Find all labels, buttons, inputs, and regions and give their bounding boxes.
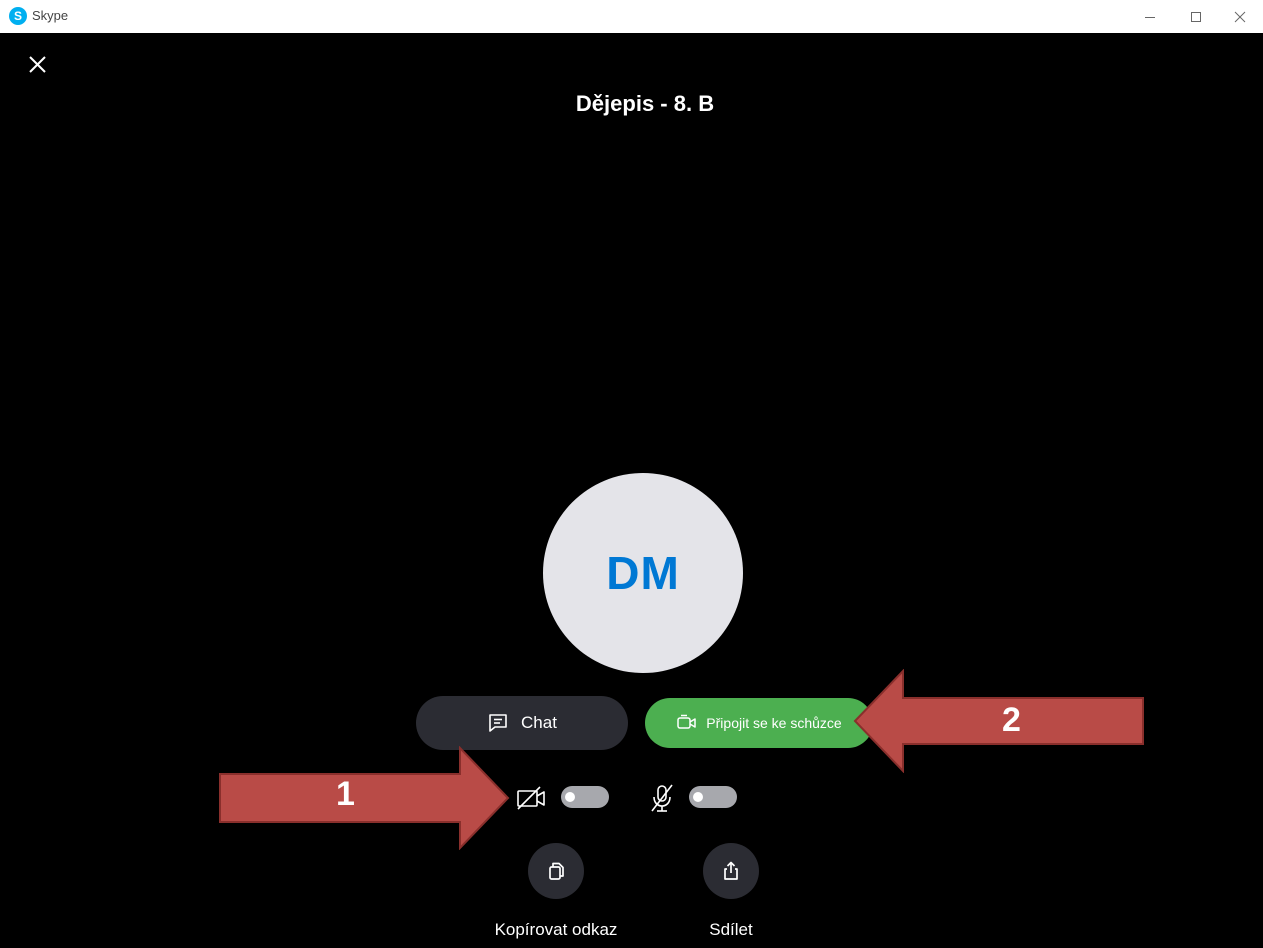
minimize-icon xyxy=(1145,16,1155,18)
minimize-button[interactable] xyxy=(1127,0,1173,33)
join-meeting-button[interactable]: Připojit se ke schůzce xyxy=(645,698,873,748)
close-lobby-button[interactable] xyxy=(26,53,50,77)
share-label: Sdílet xyxy=(709,920,753,939)
copy-link-button[interactable] xyxy=(528,843,584,899)
meeting-lobby: Dějepis - 8. B DM Chat Připojit se ke sc… xyxy=(0,33,1263,948)
microphone-toggle-knob xyxy=(693,792,703,802)
meeting-title: Dějepis - 8. B xyxy=(575,91,715,116)
copy-link-label: Kopírovat odkaz xyxy=(494,920,618,939)
window-close-button[interactable] xyxy=(1217,0,1263,33)
skype-logo-letter: S xyxy=(13,9,22,23)
skype-logo-icon: S xyxy=(9,7,27,25)
video-join-icon xyxy=(677,714,697,729)
avatar: DM xyxy=(543,473,743,673)
avatar-initials: DM xyxy=(606,547,680,599)
share-button[interactable] xyxy=(703,843,759,899)
chat-button-label: Chat xyxy=(521,713,557,732)
annotation-number-1: 1 xyxy=(336,775,355,813)
maximize-icon xyxy=(1191,11,1201,22)
app-title: Skype xyxy=(32,8,69,23)
annotation-arrow-1 xyxy=(219,746,510,850)
camera-toggle-knob xyxy=(565,792,575,802)
chat-icon xyxy=(489,714,507,732)
share-icon xyxy=(724,861,738,880)
copy-icon xyxy=(549,862,564,880)
microphone-off-icon xyxy=(651,784,673,812)
annotation-number-2: 2 xyxy=(1002,701,1021,739)
camera-toggle[interactable] xyxy=(561,786,609,808)
chat-button[interactable]: Chat xyxy=(416,696,628,750)
maximize-button[interactable] xyxy=(1173,0,1219,33)
microphone-toggle[interactable] xyxy=(689,786,737,808)
window-title-bar: S Skype xyxy=(0,0,1263,33)
join-meeting-label: Připojit se ke schůzce xyxy=(706,715,842,731)
camera-off-icon xyxy=(517,786,545,810)
close-icon xyxy=(29,56,46,73)
window-close-icon xyxy=(1234,11,1246,22)
annotation-arrow-2 xyxy=(853,669,1144,773)
